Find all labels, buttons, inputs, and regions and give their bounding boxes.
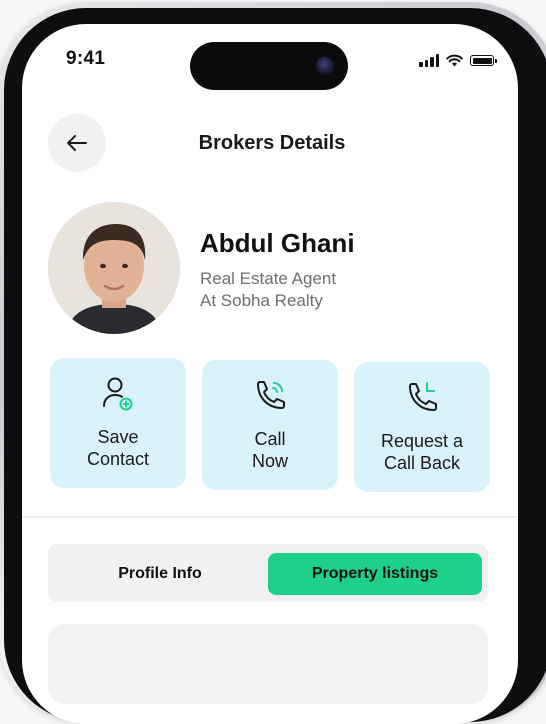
- phone-callback-icon: [409, 382, 437, 411]
- battery-icon: [470, 55, 497, 66]
- user-add-icon: [103, 377, 133, 411]
- call-now-button[interactable]: Call Now: [202, 360, 338, 490]
- broker-role: Real Estate Agent At Sobha Realty: [200, 268, 336, 312]
- broker-name: Abdul Ghani: [200, 228, 355, 258]
- tab-profile-info[interactable]: Profile Info: [56, 553, 264, 595]
- camera-icon: [316, 57, 334, 75]
- phone-call-icon: [257, 381, 285, 409]
- wifi-icon: [446, 54, 463, 67]
- broker-role-title: Real Estate Agent: [200, 269, 337, 288]
- request-callback-label: Request a Call Back: [380, 431, 464, 473]
- broker-company: At Sobha Realty: [200, 291, 323, 310]
- save-contact-label: Save Contact: [86, 427, 150, 469]
- page-title: Brokers Details: [198, 132, 346, 154]
- save-contact-button[interactable]: Save Contact: [50, 358, 186, 488]
- section-divider: [22, 516, 518, 518]
- signal-icon: [419, 54, 439, 67]
- avatar: [48, 202, 180, 334]
- status-icons: [419, 54, 497, 67]
- call-now-label: Call Now: [251, 429, 288, 471]
- tab-property-listings[interactable]: Property listings: [268, 553, 482, 595]
- status-time: 9:41: [66, 48, 106, 69]
- dynamic-island: [190, 42, 348, 90]
- request-callback-button[interactable]: Request a Call Back: [354, 362, 490, 492]
- profile-tabs: Profile Info Property listings: [48, 544, 488, 602]
- phone-screen: 9:41 Brokers Details Abdul Ghani Real Es…: [22, 24, 518, 724]
- content-card: [48, 624, 488, 704]
